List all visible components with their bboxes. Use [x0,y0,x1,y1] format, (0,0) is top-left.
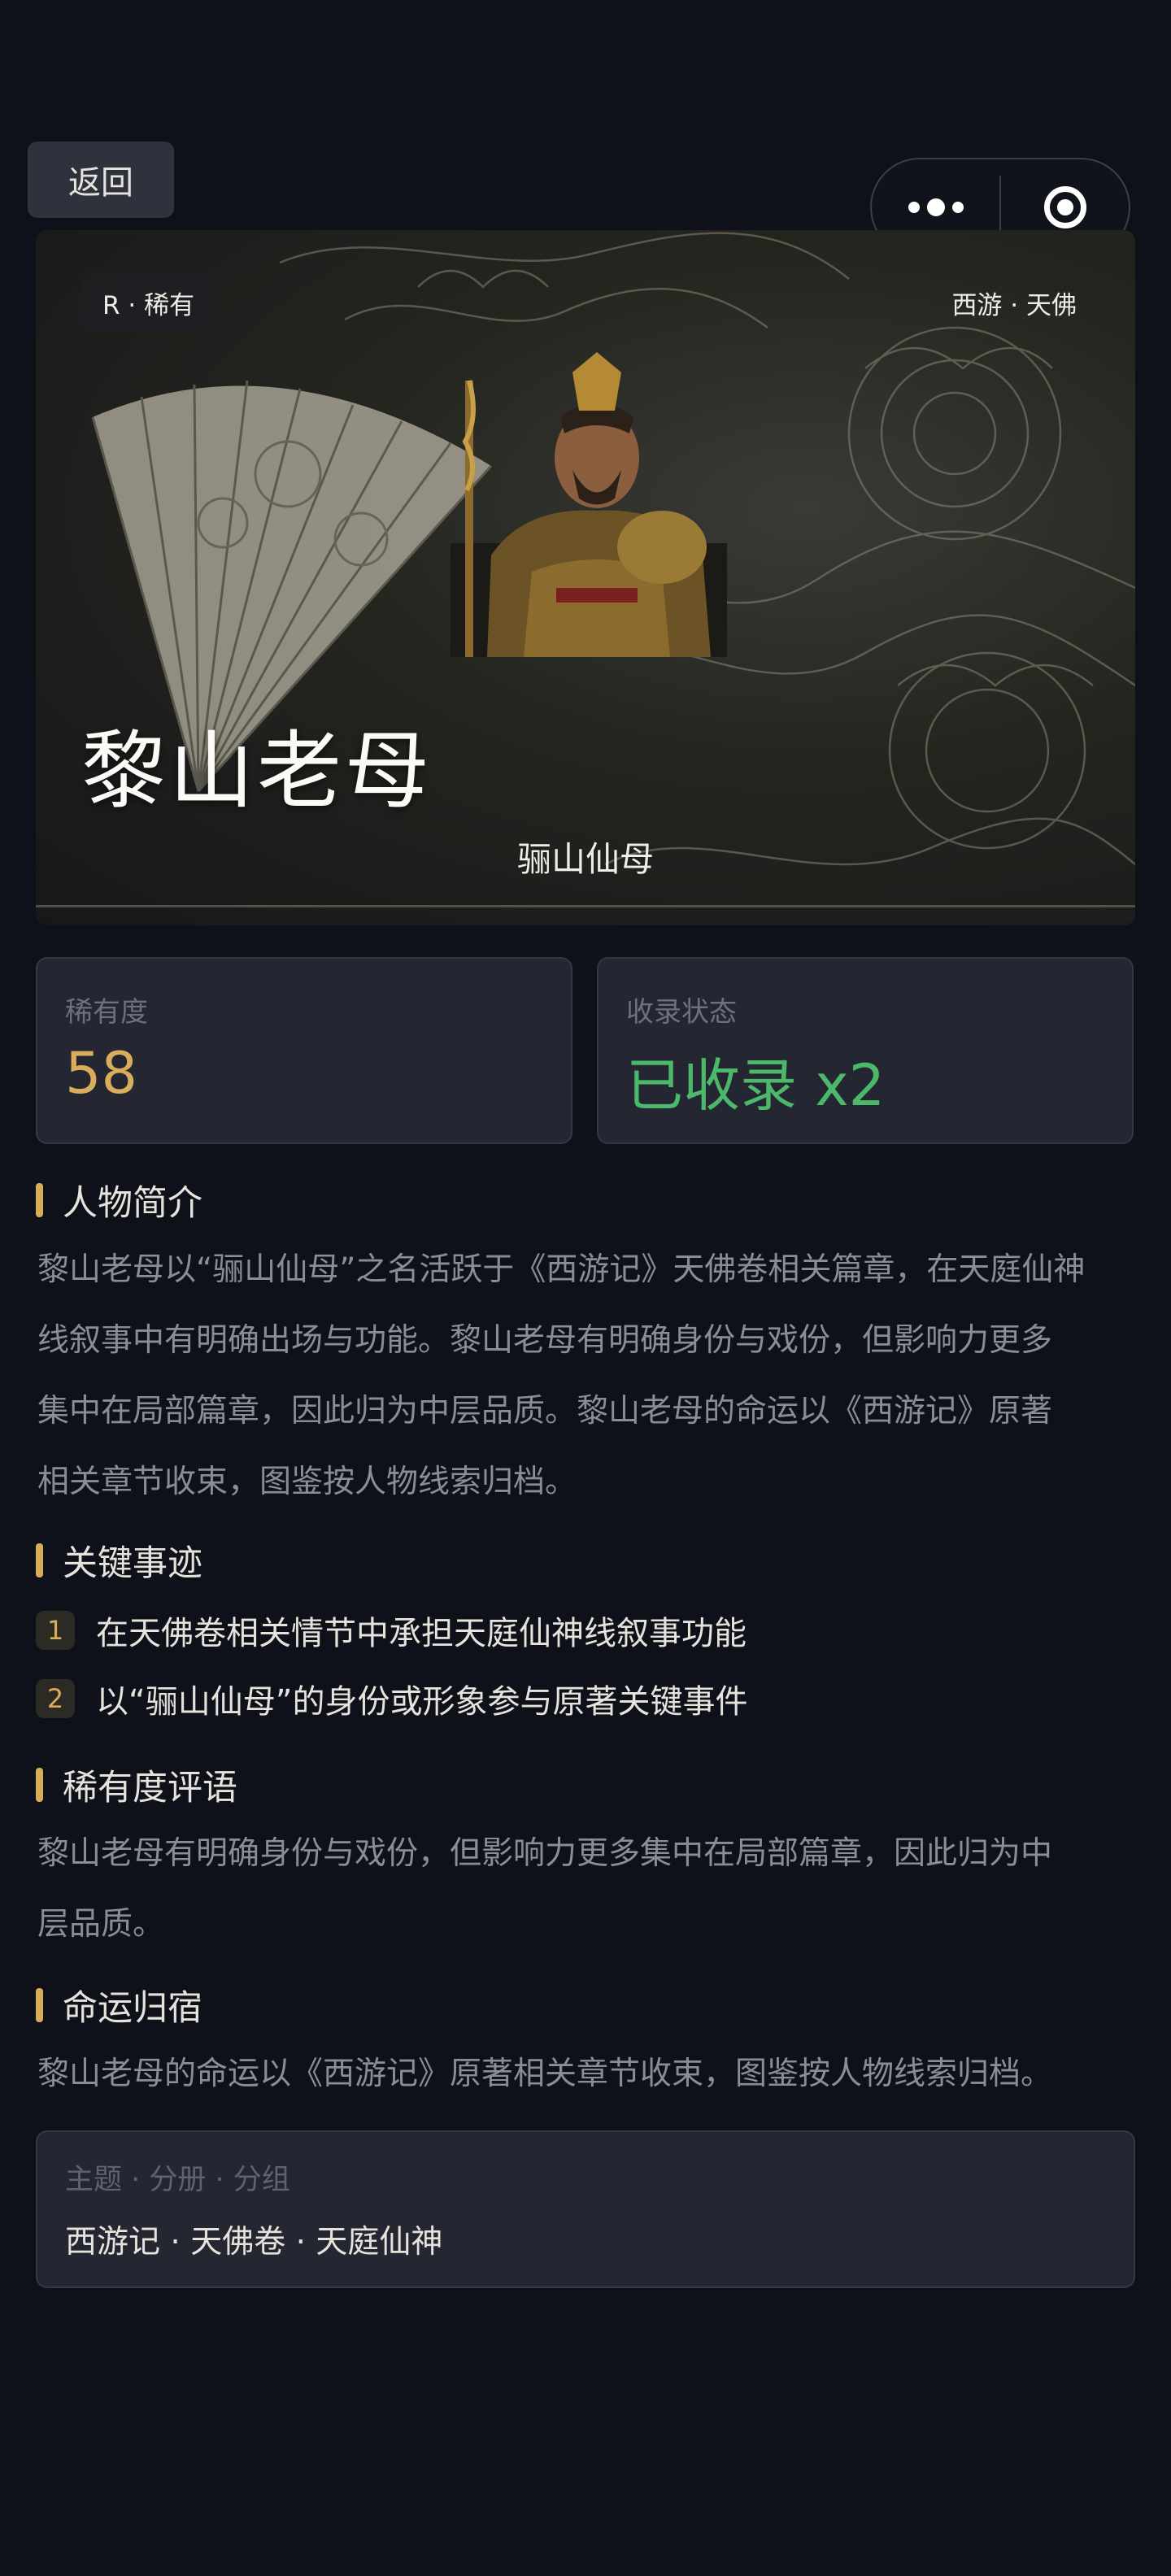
fate-line: 黎山老母的命运以《西游记》原著相关章节收束，图鉴按人物线索归档。 [37,2056,1053,2092]
back-button[interactable]: 返回 [28,141,174,218]
meta-label: 主题 · 分册 · 分组 [65,2164,290,2196]
section-accent-bar [36,1183,43,1217]
character-name: 黎山老母 [81,721,433,820]
rarity-comment-line: 黎山老母有明确身份与戏份，但影响力更多集中在局部篇章，因此归为中 [37,1835,1053,1872]
category-meta-card: 主题 · 分册 · 分组 西游记 · 天佛卷 · 天庭仙神 [36,2130,1135,2288]
section-accent-bar [36,1543,43,1577]
character-alias: 骊山仙母 [516,839,654,879]
fate-section-title: 命运归宿 [36,1982,202,2029]
section-accent-bar [36,1988,43,2022]
event-text: 以“骊山仙母”的身份或形象参与原著关键事件 [96,1683,748,1721]
rarity-badge: R · 稀有 [80,272,218,333]
collection-stat-value: 已收录 x2 [626,1052,886,1119]
rarity-stat-card: 稀有度 58 [36,957,572,1144]
section-accent-bar [36,1768,43,1802]
event-text: 在天佛卷相关情节中承担天庭仙神线叙事功能 [96,1615,747,1652]
events-title-text: 关键事迹 [63,1543,202,1584]
target-circle-icon [1043,186,1086,228]
rarity-comment-section-title: 稀有度评语 [36,1762,237,1808]
collection-stat-label: 收录状态 [626,996,737,1029]
rarity-stat-value: 58 [65,1040,138,1107]
events-section-title: 关键事迹 [36,1538,202,1584]
intro-paragraph: 黎山老母以“骊山仙母”之名活跃于《西游记》天佛卷相关篇章，在天庭仙神 线叙事中有… [37,1234,1138,1517]
intro-line: 相关章节收束，图鉴按人物线索归档。 [37,1464,577,1500]
intro-line: 集中在局部篇章，因此归为中层品质。黎山老母的命运以《西游记》原著 [37,1393,1053,1429]
meta-value: 西游记 · 天佛卷 · 天庭仙神 [65,2224,443,2261]
intro-title-text: 人物简介 [63,1183,202,1224]
collection-stat-card: 收录状态 已收录 x2 [597,957,1134,1144]
event-number-badge: 1 [36,1611,75,1650]
character-hero-card: R · 稀有 西游 · 天佛 黎山老母 骊山仙母 [36,230,1135,925]
rarity-comment-title-text: 稀有度评语 [63,1768,237,1808]
hero-divider [36,905,1135,907]
series-badge: 西游 · 天佛 [951,290,1077,320]
fate-title-text: 命运归宿 [63,1988,202,2029]
more-dots-icon [908,198,964,216]
fate-paragraph: 黎山老母的命运以《西游记》原著相关章节收束，图鉴按人物线索归档。 [37,2039,1138,2109]
rarity-comment-paragraph: 黎山老母有明确身份与戏份，但影响力更多集中在局部篇章，因此归为中 层品质。 [37,1818,1138,1960]
rarity-comment-line: 层品质。 [37,1906,165,1943]
intro-line: 黎山老母以“骊山仙母”之名活跃于《西游记》天佛卷相关篇章，在天庭仙神 [37,1251,1086,1288]
warrior-figure-art [451,352,727,657]
intro-line: 线叙事中有明确出场与功能。黎山老母有明确身份与戏份，但影响力更多 [37,1322,1053,1359]
event-list-item: 1 在天佛卷相关情节中承担天庭仙神线叙事功能 [36,1606,747,1655]
rarity-stat-label: 稀有度 [65,996,148,1029]
event-list-item: 2 以“骊山仙母”的身份或形象参与原著关键事件 [36,1674,747,1723]
event-number-badge: 2 [36,1679,75,1718]
intro-section-title: 人物简介 [36,1177,202,1224]
